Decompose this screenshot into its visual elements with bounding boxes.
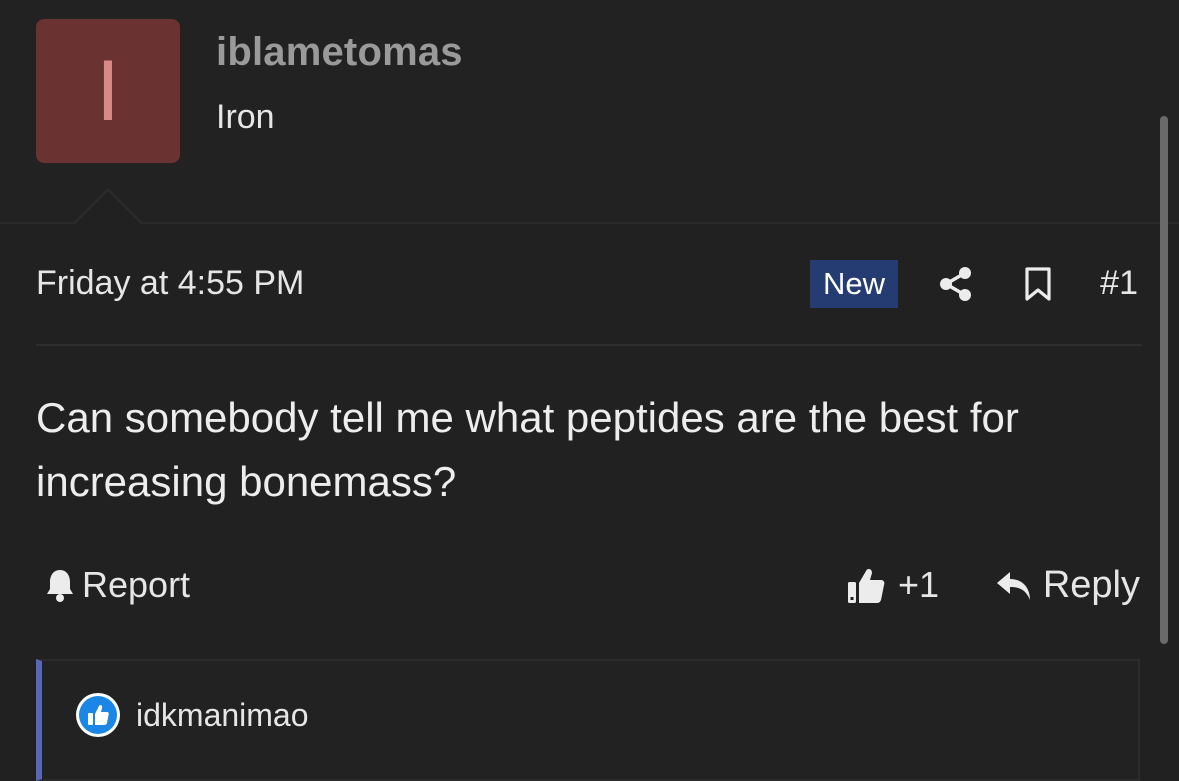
reply-button[interactable]: Reply <box>995 564 1140 607</box>
like-reaction-icon <box>76 693 120 737</box>
reply-label: Reply <box>1042 564 1140 606</box>
scrollbar[interactable] <box>1160 116 1168 644</box>
message-body: Can somebody tell me what peptides are t… <box>36 386 1136 514</box>
share-icon[interactable] <box>936 264 976 304</box>
header-arrow-fill <box>74 191 142 225</box>
post-meta: Friday at 4:55 PM New #1 <box>36 256 1142 316</box>
user-title: Iron <box>216 98 275 136</box>
avatar[interactable]: I <box>36 19 180 163</box>
user-header: I iblametomas Iron <box>0 0 1179 224</box>
post-number[interactable]: #1 <box>1100 264 1138 303</box>
bookmark-icon[interactable] <box>1018 264 1058 304</box>
avatar-letter: I <box>96 43 120 139</box>
page: I iblametomas Iron Friday at 4:55 PM New… <box>0 0 1179 781</box>
thumbs-up-icon <box>846 565 886 605</box>
message-line: increasing bonemass? <box>36 458 457 505</box>
bell-icon <box>44 567 76 603</box>
reactions-bar[interactable]: idkmanimao <box>36 659 1140 781</box>
reaction-user-link[interactable]: idkmanimao <box>136 697 309 734</box>
post-actions: Report +1 Reply <box>36 556 1142 616</box>
report-button[interactable]: Report <box>44 564 190 606</box>
like-button[interactable]: +1 <box>846 564 939 606</box>
post-date[interactable]: Friday at 4:55 PM <box>36 264 304 303</box>
divider <box>36 344 1142 346</box>
message-line: Can somebody tell me what peptides are t… <box>36 394 1019 441</box>
username[interactable]: iblametomas <box>216 30 463 75</box>
reply-arrow-icon <box>995 569 1033 603</box>
new-badge: New <box>810 260 898 308</box>
like-count: +1 <box>898 564 940 605</box>
report-label: Report <box>82 564 191 605</box>
